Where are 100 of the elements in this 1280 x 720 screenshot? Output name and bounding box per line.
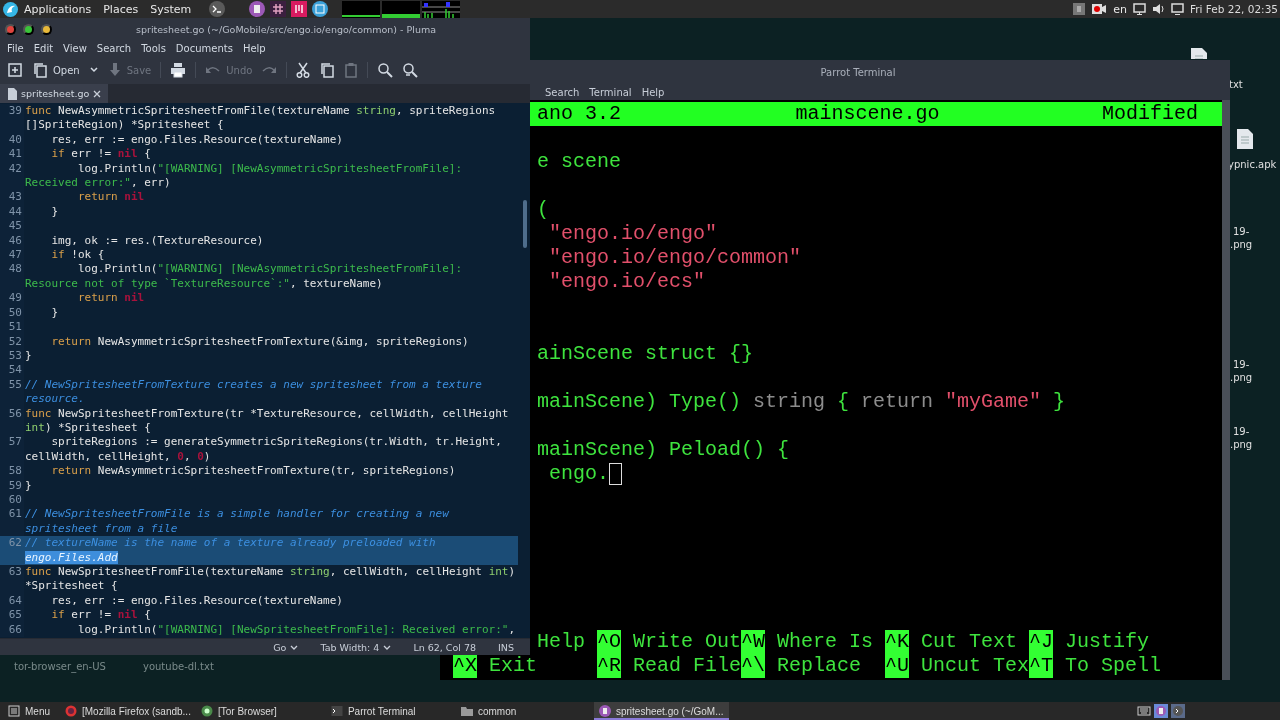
minimize-button[interactable] <box>41 23 52 35</box>
code-line: img, ok := res.(TextureResource) <box>50 233 265 249</box>
copy-icon[interactable] <box>319 62 336 78</box>
menu-item[interactable]: Documents <box>170 42 238 54</box>
file-icon[interactable] <box>1190 47 1208 59</box>
panel-menu[interactable]: System <box>144 2 198 16</box>
language-dropdown[interactable]: Go <box>273 641 299 653</box>
line-number: 54 <box>0 363 24 378</box>
panel-menu[interactable]: Applications <box>18 2 98 16</box>
desktop-icon-label[interactable]: tor-browser_en-US <box>14 661 106 672</box>
line-number: 45 <box>0 219 24 234</box>
new-document-icon[interactable] <box>7 62 23 78</box>
monitor-icon[interactable] <box>1132 3 1146 15</box>
desktop-icon-label[interactable]: 19- <box>1233 226 1250 237</box>
maximize-button[interactable] <box>23 23 34 35</box>
terminal-line: "engo.io/engo" <box>549 222 718 246</box>
speaker-icon[interactable] <box>1151 3 1165 15</box>
taskbar-window[interactable]: spritesheet.go (~/GoM... <box>593 702 729 720</box>
open-button[interactable]: Open <box>32 62 80 78</box>
close-button[interactable] <box>5 23 16 35</box>
desktop-icon-label[interactable]: .png <box>1230 372 1253 383</box>
shortcut-key: ^W <box>741 630 765 654</box>
code-line: return NewAsymmetricSpritesheetFromTexture(tr, spriteRegions) <box>50 464 457 479</box>
code-line: return nil <box>76 190 146 205</box>
menu-item[interactable]: Edit <box>28 42 59 54</box>
keyboard-layout[interactable]: en <box>1113 2 1127 16</box>
load-graph-icon <box>382 0 421 18</box>
chevron-down-icon[interactable] <box>88 65 99 75</box>
code-line: } <box>24 478 33 493</box>
search-replace-icon[interactable] <box>402 62 419 78</box>
shortcut-key: ^R <box>597 654 621 678</box>
line-number: 41 <box>0 147 24 162</box>
document-icon[interactable] <box>249 1 266 17</box>
shortcut-label: Uncut Tex <box>920 654 1030 678</box>
panel-menu[interactable]: Places <box>97 2 145 16</box>
code-line: if err != nil { <box>50 147 152 162</box>
code-line: // NewSpritesheetFromTexture creates a new spritesheet from a texture resource. <box>24 377 483 407</box>
desktop-icon-label[interactable]: .png <box>1230 239 1253 250</box>
file-icon <box>7 87 17 100</box>
scissors-icon[interactable] <box>296 62 311 78</box>
shortcut-label: Replace <box>776 654 862 678</box>
desktop-icon-label[interactable]: txt <box>1229 79 1243 90</box>
shortcut-key: ^J <box>1029 630 1053 654</box>
desktop-icon-label[interactable]: 19- <box>1233 426 1250 437</box>
menu-item[interactable]: Help <box>237 42 271 54</box>
app-icon[interactable] <box>312 1 329 17</box>
menu-item[interactable]: View <box>58 42 92 54</box>
download-arrow-icon <box>107 62 122 78</box>
desktop-icon-label[interactable]: 19- <box>1233 359 1250 370</box>
code-line: spriteRegions := generateSymmetricSpriteRegions(tr.Width, tr.Height, cellWidth, cellHeight, 0, 0) <box>24 435 503 465</box>
line-number: 47 <box>0 248 24 263</box>
terminal-icon[interactable] <box>209 1 226 17</box>
code-line: } <box>24 348 33 364</box>
modified-status: Modified <box>1102 102 1198 126</box>
camera-icon[interactable] <box>1091 3 1108 15</box>
desktop-icon-label[interactable]: .png <box>1230 439 1253 450</box>
taskbar-window[interactable]: [Tor Browser] <box>195 702 326 720</box>
printer-icon[interactable] <box>170 62 187 78</box>
line-number: 43 <box>0 190 24 205</box>
app-icon[interactable] <box>291 1 308 17</box>
display-icon[interactable] <box>1170 3 1184 15</box>
taskbar-window[interactable]: [Mozilla Firefox (sandb... <box>60 702 196 720</box>
shortcut-label: Read File <box>632 654 742 678</box>
menu-item[interactable]: Terminal <box>584 86 637 98</box>
menu-item[interactable]: Search <box>540 86 585 98</box>
menu-item[interactable]: Search <box>91 42 137 54</box>
bird-logo-icon[interactable] <box>3 1 18 17</box>
terminal-line: ( <box>537 198 549 222</box>
terminal-line: "engo.io/ecs" <box>549 270 706 294</box>
chevron-down-icon <box>290 643 299 651</box>
file-icon[interactable] <box>1236 128 1254 150</box>
desktop-icon-label[interactable]: ypnic.apk <box>1228 159 1277 170</box>
scrollbar-thumb[interactable] <box>523 200 527 248</box>
terminal-line: engo. <box>549 462 609 486</box>
menu-item[interactable]: File <box>2 42 29 54</box>
code-line: if !ok { <box>50 248 106 263</box>
taskbar-window[interactable]: Parrot Terminal <box>325 702 456 720</box>
taskbar-window[interactable]: common <box>455 702 586 720</box>
search-icon[interactable] <box>377 62 394 78</box>
line-number: 58 <box>0 464 24 479</box>
shortcut-label: Justify <box>1064 630 1150 654</box>
chevron-down-icon <box>383 643 392 651</box>
close-icon[interactable] <box>93 89 102 98</box>
line-number: 42 <box>0 161 24 191</box>
scrollbar[interactable] <box>1222 100 1230 680</box>
desktop-icon-label[interactable]: youtube-dl.txt <box>143 661 214 672</box>
hash-icon[interactable] <box>270 1 287 17</box>
shortcut-key: ^U <box>885 654 909 678</box>
document-icon <box>598 705 611 717</box>
code-line: res, err := engo.Files.Resource(textureName) <box>50 132 344 148</box>
clock[interactable]: Fri Feb 22, 02:35 <box>1189 3 1278 15</box>
tab-width-dropdown[interactable]: Tab Width: 4 <box>320 641 392 653</box>
menu-icon <box>8 705 20 717</box>
terminal-line: mainScene) Type() string { return "myGame" } <box>537 390 1066 414</box>
line-number: 48 <box>0 262 24 292</box>
shortcut-key: ^K <box>885 630 909 654</box>
menu-button[interactable]: Menu <box>0 705 60 717</box>
document-tab[interactable]: spritesheet.go <box>0 84 109 103</box>
menu-item[interactable]: Help <box>636 86 670 98</box>
menu-item[interactable]: Tools <box>136 42 171 54</box>
